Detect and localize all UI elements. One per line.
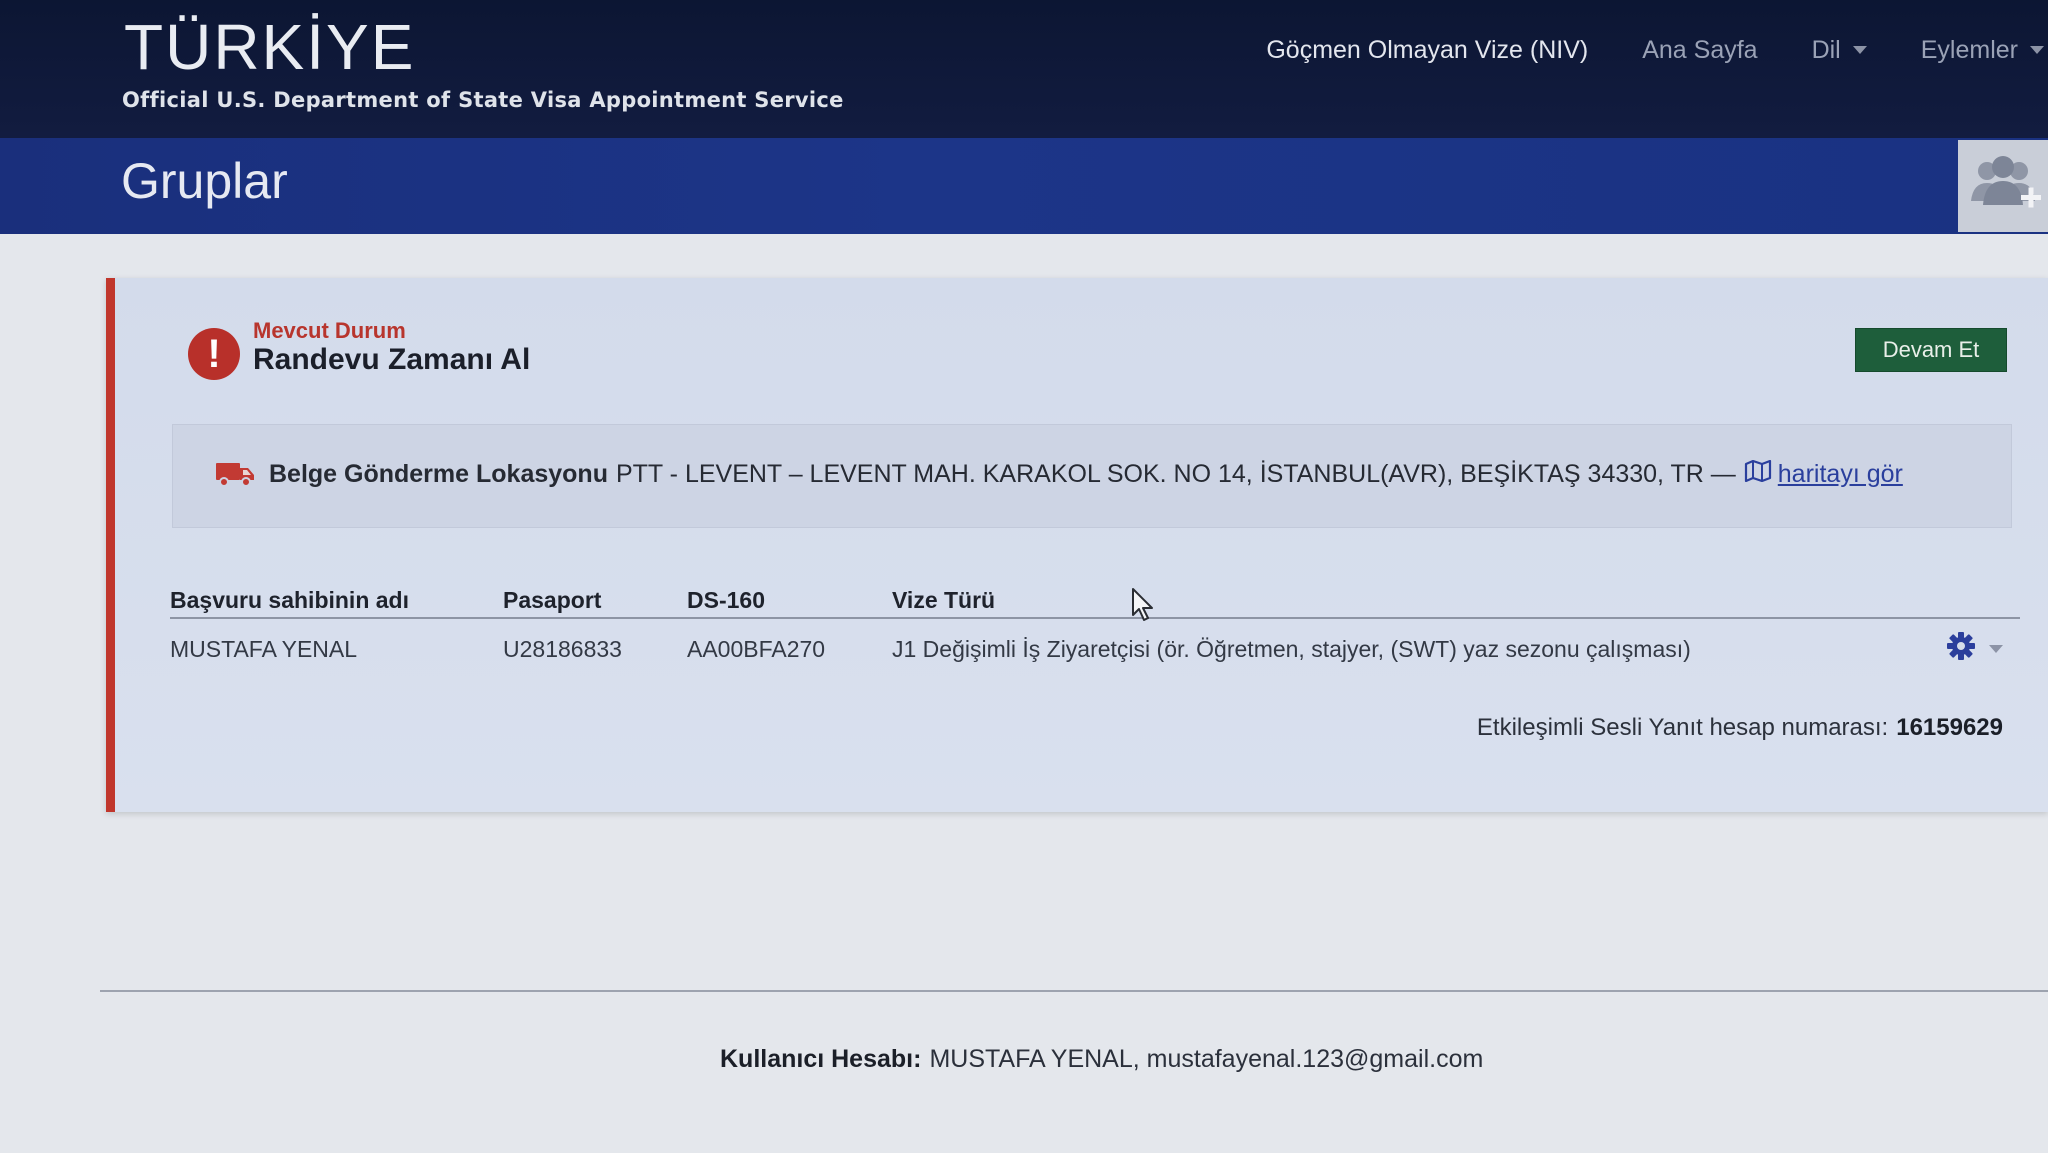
col-header-ds160: DS-160 — [687, 587, 765, 613]
alert-icon: ! — [188, 328, 240, 380]
nav-actions-dropdown[interactable]: Eylemler — [1921, 36, 2044, 65]
col-header-passport: Pasaport — [503, 587, 602, 613]
status-label: Mevcut Durum — [253, 318, 406, 343]
nav-actions-label: Eylemler — [1920, 35, 2018, 64]
delivery-label: Belge Gönderme Lokasyonu — [269, 459, 608, 488]
continue-button[interactable]: Devam Et — [1855, 328, 2007, 372]
nav-niv-label: Göçmen Olmayan Vize (NIV) — [1266, 35, 1589, 64]
group-add-icon — [1963, 149, 2043, 224]
page: TÜRKİYE Official U.S. Department of Stat… — [0, 0, 2048, 1153]
footer-account-value: MUSTAFA YENAL, mustafayenal.123@gmail.co… — [929, 1045, 1484, 1073]
truck-icon — [215, 459, 255, 489]
ivr-label: Etkileşimli Sesli Yanıt hesap numarası: — [1476, 714, 1889, 741]
top-nav: Göçmen Olmayan Vize (NIV) Ana Sayfa Dil … — [1266, 30, 2048, 70]
add-group-button[interactable] — [1958, 140, 2048, 232]
nav-home-label: Ana Sayfa — [1642, 35, 1758, 64]
gear-icon — [1945, 630, 1977, 667]
top-header: TÜRKİYE Official U.S. Department of Stat… — [0, 0, 2048, 138]
nav-home[interactable]: Ana Sayfa — [1642, 36, 1757, 65]
delivery-location-box: Belge Gönderme Lokasyonu PTT - LEVENT – … — [172, 424, 2012, 528]
nav-niv[interactable]: Göçmen Olmayan Vize (NIV) — [1266, 36, 1588, 65]
delivery-line: Belge Gönderme Lokasyonu PTT - LEVENT – … — [215, 459, 1903, 489]
ivr-account: Etkileşimli Sesli Yanıt hesap numarası: 1… — [1477, 714, 2003, 742]
nav-language-dropdown[interactable]: Dil — [1812, 36, 1867, 65]
col-header-visa-type: Vize Türü — [892, 587, 996, 613]
chevron-down-icon — [1989, 644, 2003, 653]
applicant-visa-type: J1 Değişimli İş Ziyaretçisi (ör. Öğretme… — [892, 636, 1691, 662]
applicant-passport: U28186833 — [503, 636, 622, 662]
chevron-down-icon — [2030, 46, 2044, 54]
delivery-address: PTT - LEVENT – LEVENT MAH. KARAKOL SOK. … — [615, 459, 1736, 488]
footer-account: Kullanıcı Hesabı: MUSTAFA YENAL, mustafay… — [720, 1045, 1483, 1074]
ivr-number: 16159629 — [1896, 714, 2003, 741]
applicant-name: MUSTAFA YENAL — [170, 636, 358, 662]
nav-language-label: Dil — [1811, 35, 1841, 64]
view-map-link[interactable]: haritayı gör — [1744, 459, 1903, 489]
brand-country: TÜRKİYE — [124, 11, 416, 83]
applicants-table-header: Başvuru sahibinin adı Pasaport DS-160 Vi… — [170, 581, 2020, 619]
view-map-label: haritayı gör — [1777, 459, 1903, 488]
title-band: Gruplar — [0, 138, 2048, 234]
footer-divider — [100, 990, 2048, 992]
col-header-name: Başvuru sahibinin adı — [170, 587, 409, 613]
page-title: Gruplar — [121, 153, 288, 209]
row-actions-dropdown[interactable] — [1945, 630, 2003, 667]
table-row: MUSTAFA YENAL U28186833 AA00BFA270 J1 De… — [170, 630, 2020, 670]
mouse-cursor-icon — [1131, 587, 1155, 628]
status-value: Randevu Zamanı Al — [253, 343, 531, 376]
brand-subtitle: Official U.S. Department of State Visa A… — [122, 88, 844, 112]
footer-account-label: Kullanıcı Hesabı: — [720, 1045, 922, 1073]
chevron-down-icon — [1852, 46, 1867, 54]
applicant-ds160: AA00BFA270 — [687, 636, 826, 662]
map-icon — [1744, 459, 1778, 489]
group-card: ! Mevcut Durum Randevu Zamanı Al Devam E… — [106, 278, 2048, 812]
